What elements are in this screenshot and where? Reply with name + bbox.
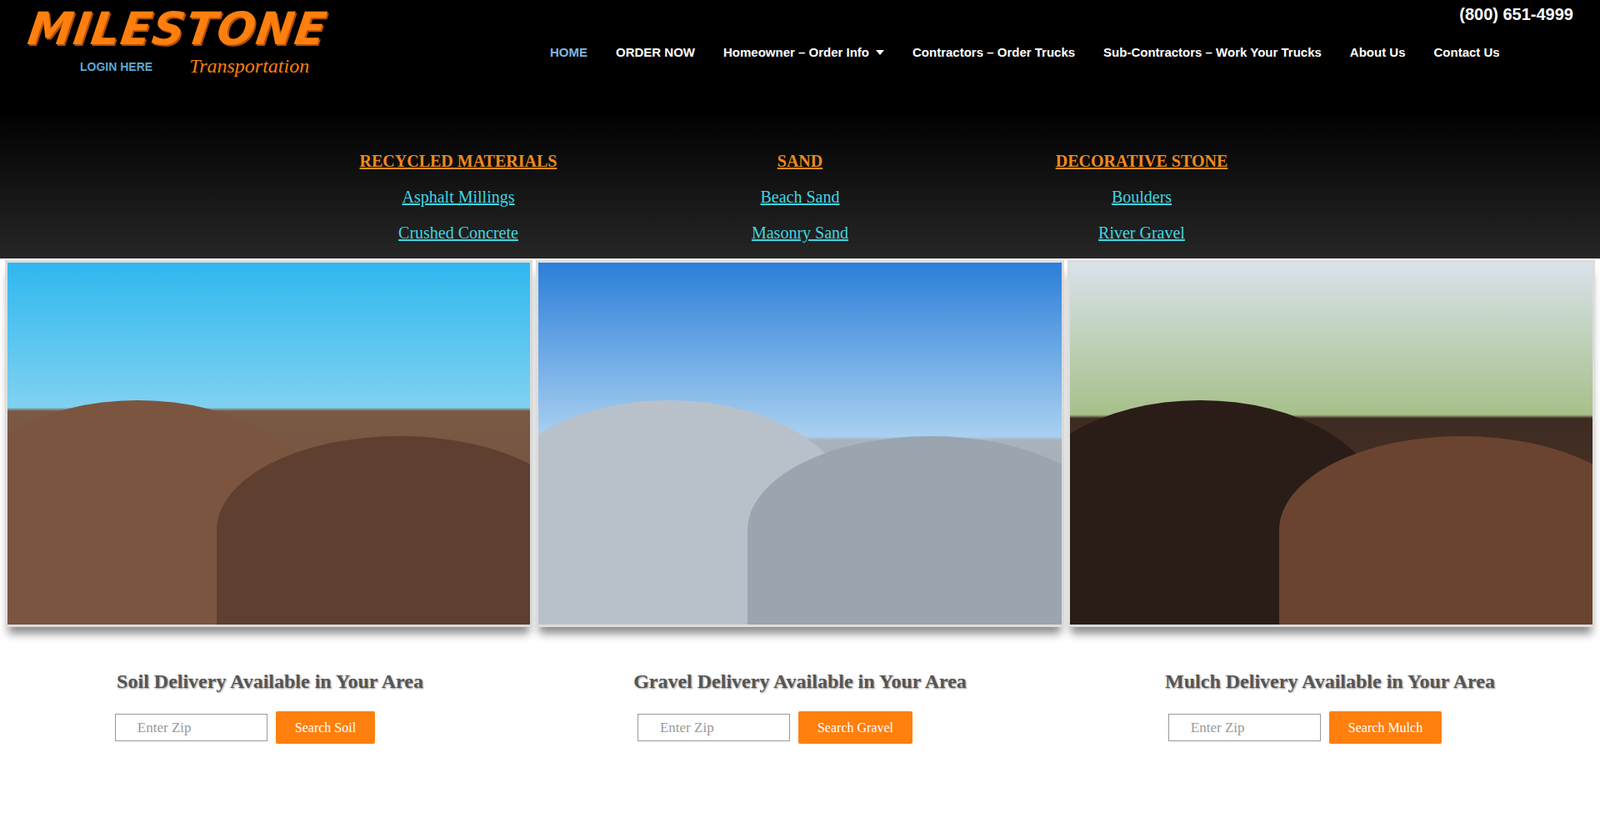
nav-label: ORDER NOW (615, 45, 695, 60)
category-column: DECORATIVE STONE Boulders River Gravel (970, 151, 1313, 259)
category-column: SAND Beach Sand Masonry Sand (629, 151, 971, 259)
zip-form: Search Soil (115, 710, 375, 744)
category-heading[interactable]: SAND (777, 151, 823, 171)
nav-label: Sub-Contractors – Work Your Trucks (1103, 45, 1322, 60)
category-link[interactable]: Crushed Concrete (398, 223, 519, 243)
category-link[interactable]: River Gravel (1098, 223, 1185, 243)
product-search: Soil Delivery Available in Your Area Sear… (5, 670, 535, 744)
nav-label: Contact Us (1434, 45, 1500, 60)
product-title: Mulch Delivery Available in Your Area (1165, 670, 1495, 693)
search-button[interactable]: Search Mulch (1329, 710, 1442, 744)
logo[interactable]: MILESTONE LOGIN HERE Transportation (0, 0, 359, 78)
nav-label: Homeowner – Order Info (723, 45, 870, 60)
product-search: Gravel Delivery Available in Your Area Se… (535, 670, 1065, 744)
search-button[interactable]: Search Soil (275, 710, 375, 744)
nav-label: HOME (550, 45, 588, 60)
category-heading[interactable]: RECYCLED MATERIALS (360, 151, 558, 171)
nav-item[interactable]: HOME (550, 45, 588, 60)
zip-input[interactable] (115, 713, 268, 741)
category-link[interactable]: Beach Sand (760, 187, 840, 207)
category-column: RECYCLED MATERIALS Asphalt Millings Crushe… (287, 151, 630, 259)
logo-tagline: Transportation (189, 55, 310, 78)
site-header: MILESTONE LOGIN HERE Transportation HOME ORD… (0, 0, 1600, 109)
category-heading[interactable]: DECORATIVE STONE (1055, 151, 1229, 171)
logo-name: MILESTONE (25, 5, 362, 54)
category-link[interactable]: Masonry Sand (751, 223, 849, 243)
nav-item[interactable]: ORDER NOW (615, 45, 695, 60)
product-search-row: Soil Delivery Available in Your Area Sear… (0, 626, 1600, 744)
zip-form: Search Mulch (1168, 710, 1442, 744)
search-button[interactable]: Search Gravel (798, 710, 913, 744)
photo-row (0, 258, 1600, 627)
logo-row: LOGIN HERE Transportation (28, 55, 359, 78)
phone-number[interactable]: (800) 651-4999 (1459, 5, 1574, 25)
nav-item[interactable]: Homeowner – Order Info (723, 45, 885, 60)
nav-label: About Us (1350, 45, 1406, 60)
product-photo (1067, 260, 1595, 627)
zip-input[interactable] (1168, 713, 1321, 741)
zip-form: Search Gravel (637, 710, 913, 744)
dropdown-caret-icon[interactable] (875, 50, 885, 55)
nav-item[interactable]: Contractors – Order Trucks (912, 45, 1075, 60)
product-search: Mulch Delivery Available in Your Area Sea… (1065, 670, 1595, 744)
main-nav: HOME ORDER NOW Homeowner – Order Info Contr… (550, 45, 1500, 60)
nav-item[interactable]: Sub-Contractors – Work Your Trucks (1103, 45, 1322, 60)
nav-item[interactable]: About Us (1350, 45, 1406, 60)
product-title: Soil Delivery Available in Your Area (116, 670, 424, 693)
product-title: Gravel Delivery Available in Your Area (633, 670, 967, 693)
category-link[interactable]: Asphalt Millings (401, 187, 515, 207)
nav-item[interactable]: Contact Us (1434, 45, 1500, 60)
product-photo (535, 260, 1064, 627)
category-link[interactable]: Boulders (1111, 187, 1172, 207)
product-photo (5, 260, 533, 627)
login-link[interactable]: LOGIN HERE (28, 60, 153, 74)
nav-label: Contractors – Order Trucks (912, 45, 1075, 60)
zip-input[interactable] (637, 713, 790, 741)
category-menu: RECYCLED MATERIALS Asphalt Millings Crushe… (0, 108, 1600, 259)
